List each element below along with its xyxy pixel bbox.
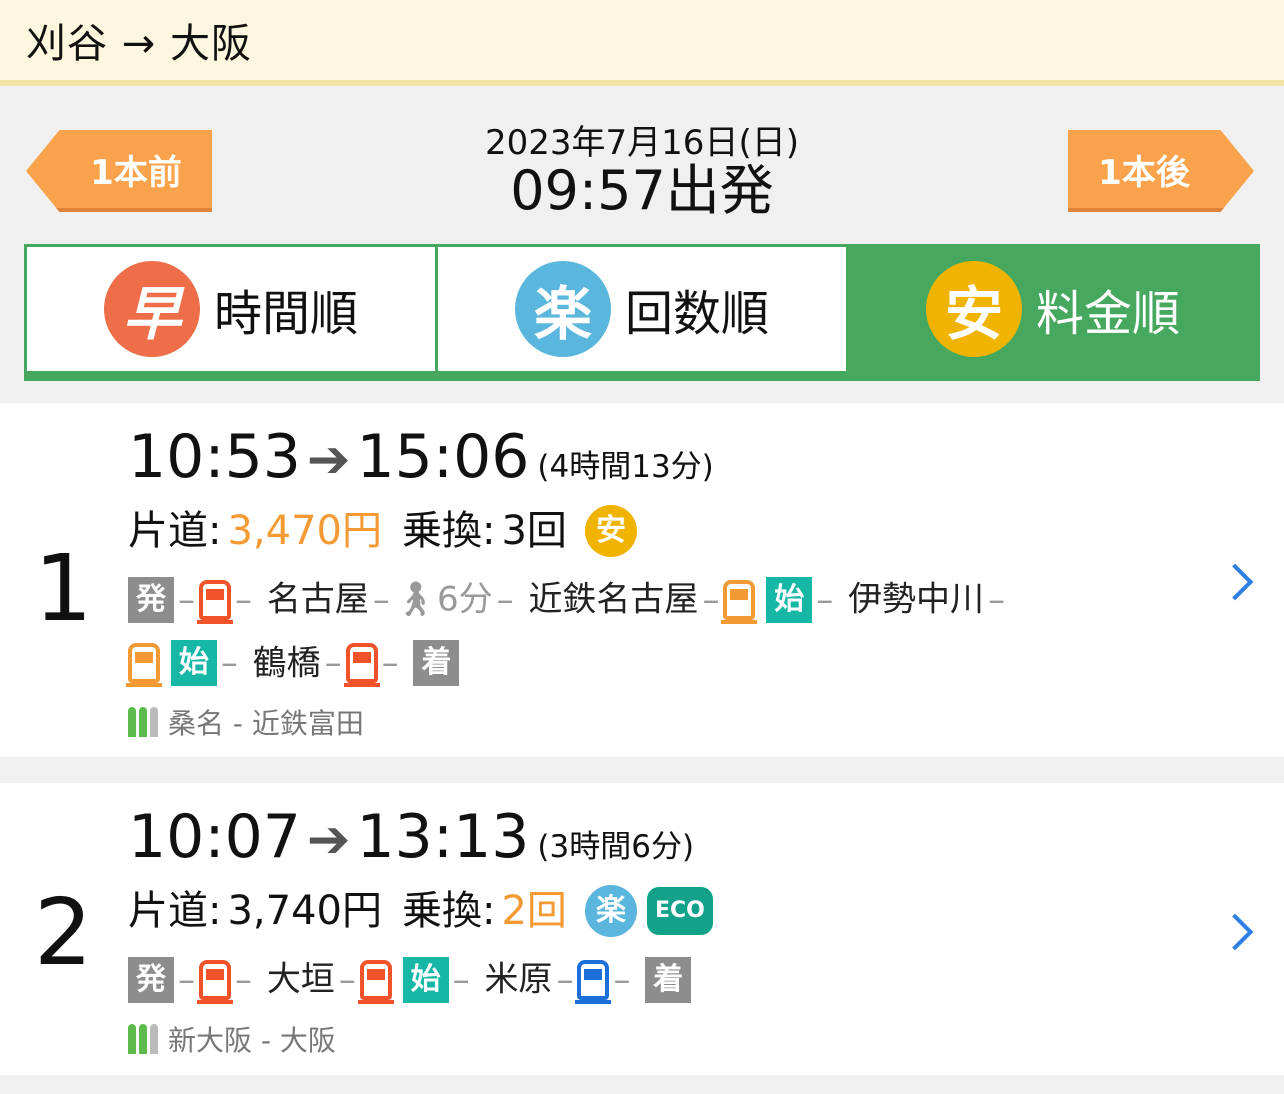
arrow-right-icon: ➔ [306,430,351,490]
chevron-right-icon[interactable] [1216,913,1254,951]
fare-label: 片道: [128,508,222,554]
transfer-label: 乗換: [402,888,496,934]
origin-station-marker: 始 [402,956,449,1003]
arrive-marker: 着 [413,640,460,686]
fare-row: 片道: 3,740円 乗換: 2回 楽 ECO [128,885,1174,937]
next-train-button[interactable]: 1本後 [1068,130,1254,212]
eco-badge: ECO [646,887,713,935]
tab-label: 時間順 [213,286,358,342]
walk-icon: 🚶︎ [393,579,437,620]
station: 名古屋 [266,579,369,620]
transfer-count: 2回 [501,888,567,934]
transfer-label: 乗換: [402,508,496,554]
depart-time: 10:53 [128,422,301,492]
route-result-1[interactable]: 1 10:53 ➔ 15:06 (4時間13分) 片道: 3,470円 乗換: 3回 … [0,403,1284,757]
station: 大垣 [266,959,335,1000]
chevron-right-icon[interactable] [1216,563,1254,601]
sort-tabs: 早 時間順 楽 回数順 安 料金順 [24,244,1260,381]
trip-duration: (4時間13分) [537,449,714,485]
result-times: 10:53 ➔ 15:06 (4時間13分) [128,427,1174,487]
fast-badge-icon: 早 [103,261,200,357]
seat-section: 桑名 - 近鉄富田 [168,707,364,740]
origin-station-marker: 始 [170,640,217,686]
fare-value: 3,470円 [227,508,382,554]
fare-label: 片道: [128,888,222,934]
route-path: 発 – – 大垣 – 始 – 米原 – – 着 [128,947,1174,1011]
easy-badge-icon: 楽 [584,885,637,937]
route-title: 刈谷 → 大阪 [26,21,252,67]
tab-sort-time[interactable]: 早 時間順 [27,247,438,371]
train-icon [343,643,380,687]
transfer-count: 3回 [501,508,567,554]
tab-sort-fare[interactable]: 安 料金順 [849,247,1257,371]
seat-section: 新大阪 - 大阪 [168,1023,336,1057]
origin-station-marker: 始 [766,576,813,623]
seat-availability-icon [128,707,158,737]
cheap-badge-icon: 安 [925,261,1022,357]
train-icon [357,959,394,1004]
depart-time: 10:07 [128,802,301,872]
walk-time: 6分 [436,579,493,620]
route-path: 発 – – 名古屋 – 🚶︎6分 – 近鉄名古屋 – 始 – 伊勢中川 – 始 – 鶴橋 – – 着 [126,567,1174,694]
train-icon [197,579,233,624]
tab-label: 回数順 [624,286,769,342]
date-bar: 1本前 2023年7月16日(日) 09:57出発 1本後 [0,86,1284,244]
seat-info: 桑名 - 近鉄富田 [128,702,1174,742]
arrive-time: 13:13 [356,802,530,872]
seat-availability-icon [128,1023,158,1054]
fare-value: 3,740円 [227,888,382,934]
train-icon [721,579,758,624]
easy-badge-icon: 楽 [514,261,611,357]
station: 鶴橋 [252,643,321,683]
route-result-2[interactable]: 2 10:07 ➔ 13:13 (3時間6分) 片道: 3,740円 乗換: 2回 楽… [0,783,1284,1075]
station: 伊勢中川 [848,579,985,620]
train-icon [575,959,612,1004]
result-rank: 2 [34,879,93,986]
depart-marker: 発 [128,576,174,623]
depart-marker: 発 [128,956,174,1003]
arrow-right-icon: ➔ [306,810,351,870]
result-rank: 1 [34,535,93,642]
route-header: 刈谷 → 大阪 [0,0,1284,86]
cheap-badge-icon: 安 [584,505,637,557]
arrive-marker: 着 [645,956,692,1003]
arrive-time: 15:06 [356,422,530,492]
station: 米原 [484,959,553,1000]
train-icon [197,959,233,1004]
result-times: 10:07 ➔ 13:13 (3時間6分) [128,807,1174,867]
trip-duration: (3時間6分) [537,829,695,865]
train-icon [126,643,162,687]
tab-sort-transfers[interactable]: 楽 回数順 [438,247,849,371]
tab-label: 料金順 [1035,286,1180,342]
fare-row: 片道: 3,470円 乗換: 3回 安 [128,505,1174,557]
station: 近鉄名古屋 [528,579,699,620]
seat-info: 新大阪 - 大阪 [128,1019,1174,1059]
